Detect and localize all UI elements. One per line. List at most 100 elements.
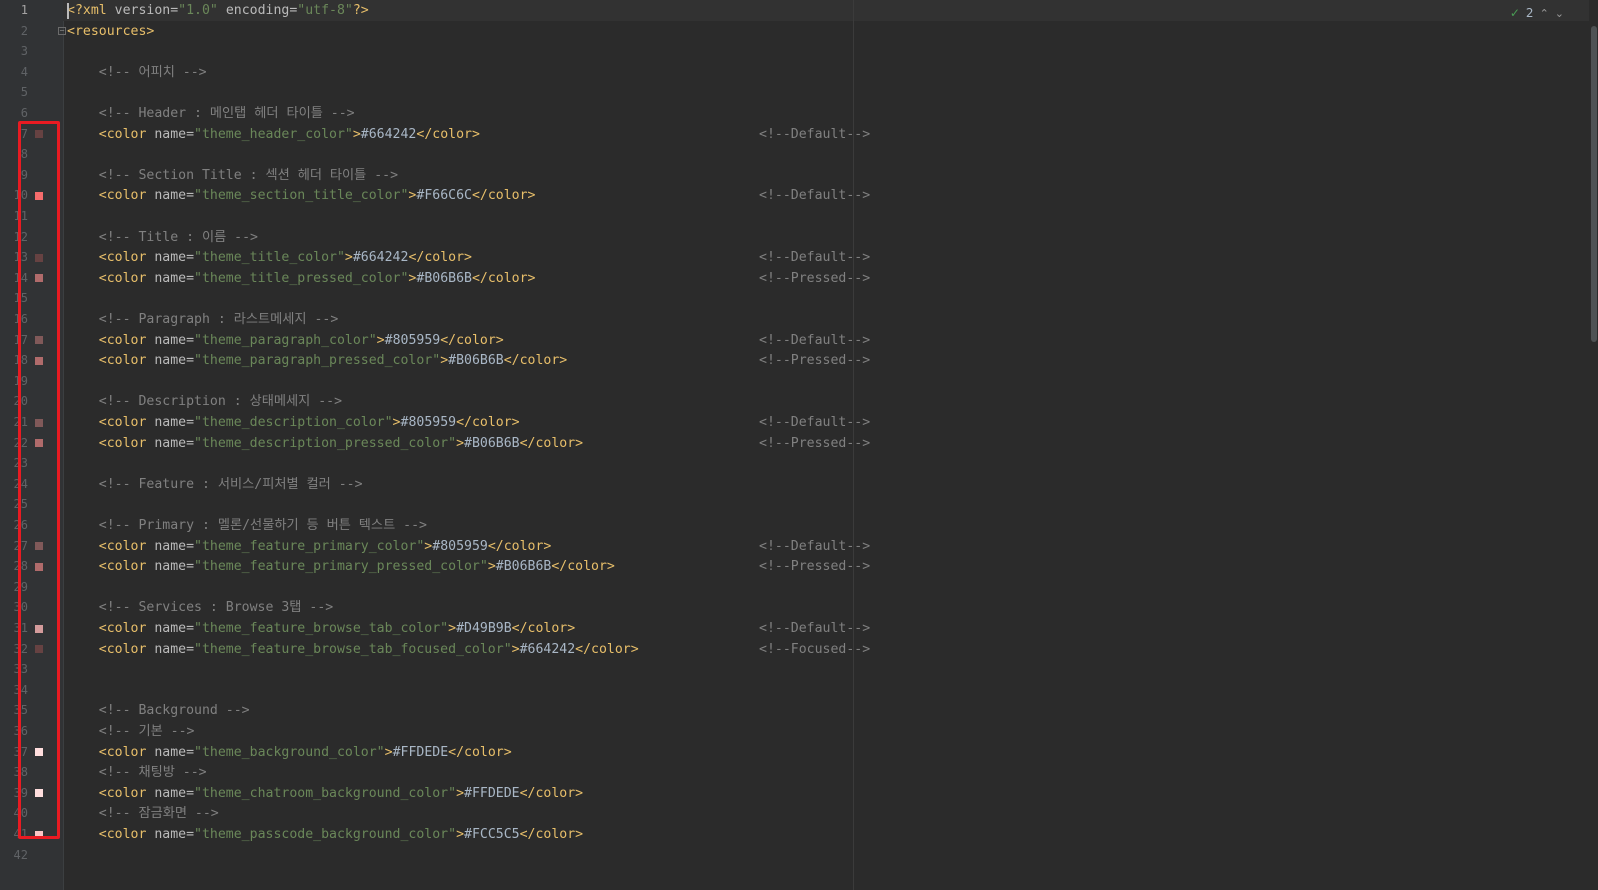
code-token: #FFDEDE bbox=[392, 744, 449, 760]
code-token: <color bbox=[67, 415, 155, 430]
right-margin-guide bbox=[853, 0, 854, 890]
code-token: ?> bbox=[352, 3, 369, 18]
code-line[interactable]: <!-- Services : Browse 3탭 --> bbox=[63, 597, 1598, 618]
code-line[interactable] bbox=[63, 371, 1598, 392]
code-line[interactable]: <color name="theme_feature_browse_tab_fo… bbox=[63, 639, 1598, 660]
code-line[interactable]: <!-- 기본 --> bbox=[63, 721, 1598, 742]
code-line[interactable]: <!-- Title : 이름 --> bbox=[63, 227, 1598, 248]
code-text: <!-- 어피치 --> bbox=[67, 62, 207, 83]
code-line[interactable]: <color name="theme_description_pressed_c… bbox=[63, 433, 1598, 454]
code-token: <color bbox=[67, 641, 155, 657]
code-line[interactable]: <color name="theme_paragraph_pressed_col… bbox=[63, 350, 1598, 371]
code-text: <color name="theme_title_color">#664242<… bbox=[67, 247, 472, 268]
code-text: <color name="theme_feature_browse_tab_fo… bbox=[67, 639, 639, 660]
code-token: <!-- Title : 이름 --> bbox=[67, 229, 258, 245]
code-line[interactable]: <color name="theme_paragraph_color">#805… bbox=[63, 330, 1598, 351]
code-token: "theme_paragraph_color" bbox=[194, 332, 377, 348]
code-line[interactable]: <color name="theme_chatroom_background_c… bbox=[63, 783, 1598, 804]
code-line[interactable] bbox=[63, 453, 1598, 474]
code-token: > bbox=[376, 332, 385, 348]
code-token: <!-- Services : Browse 3탭 --> bbox=[67, 600, 334, 616]
code-token: name= bbox=[154, 435, 195, 451]
code-token: name= bbox=[154, 621, 195, 636]
code-token: name= bbox=[154, 785, 195, 801]
code-token: </color> bbox=[575, 641, 639, 657]
code-token: "theme_feature_primary_color" bbox=[194, 538, 425, 554]
code-token: <!-- 어피치 --> bbox=[67, 64, 207, 80]
code-line[interactable]: <!-- Feature : 서비스/피처별 컬러 --> bbox=[63, 474, 1598, 495]
code-token: name= bbox=[154, 332, 195, 348]
code-token: <color bbox=[67, 250, 155, 266]
code-token: </color> bbox=[511, 621, 576, 636]
code-line[interactable] bbox=[63, 680, 1598, 701]
code-line[interactable]: <color name="theme_passcode_background_c… bbox=[63, 824, 1598, 845]
code-token: <!-- Feature : 서비스/피처별 컬러 --> bbox=[67, 476, 363, 492]
code-token: </color> bbox=[551, 559, 615, 575]
code-line[interactable]: <!-- Background --> bbox=[63, 700, 1598, 721]
code-line[interactable] bbox=[63, 82, 1598, 103]
code-line[interactable]: <!-- Paragraph : 라스트메세지 --> bbox=[63, 309, 1598, 330]
code-line[interactable]: <color name="theme_section_title_color">… bbox=[63, 185, 1598, 206]
code-line[interactable]: <color name="theme_title_pressed_color">… bbox=[63, 268, 1598, 289]
code-token: </color> bbox=[416, 126, 480, 142]
code-line[interactable]: <color name="theme_background_color">#FF… bbox=[63, 742, 1598, 763]
code-token: > bbox=[456, 785, 465, 801]
vertical-scrollbar[interactable] bbox=[1589, 0, 1598, 890]
code-line[interactable]: <!-- Header : 메인탭 헤더 타이틀 --> bbox=[63, 103, 1598, 124]
code-line[interactable]: <color name="theme_header_color">#664242… bbox=[63, 124, 1598, 145]
code-token: "theme_feature_browse_tab_color" bbox=[194, 621, 449, 636]
code-token: "theme_feature_primary_pressed_color" bbox=[194, 559, 488, 575]
scrollbar-thumb[interactable] bbox=[1591, 26, 1597, 342]
code-token: </color> bbox=[519, 435, 584, 451]
code-line[interactable]: <!-- Description : 상태메세지 --> bbox=[63, 391, 1598, 412]
code-editor[interactable]: <?xml version="1.0" encoding="utf-8"?> <r… bbox=[63, 0, 1598, 890]
code-line[interactable] bbox=[63, 144, 1598, 165]
code-line[interactable] bbox=[63, 206, 1598, 227]
code-token: version= bbox=[114, 3, 179, 18]
code-text: <!-- Section Title : 섹션 헤더 타이틀 --> bbox=[67, 165, 398, 186]
code-text: <color name="theme_paragraph_pressed_col… bbox=[67, 350, 568, 371]
code-text: <color name="theme_description_color">#8… bbox=[67, 412, 520, 433]
code-token: > bbox=[392, 415, 401, 430]
code-token: </color> bbox=[456, 415, 520, 430]
code-line[interactable]: <resources> bbox=[63, 21, 1598, 42]
code-text: <color name="theme_section_title_color">… bbox=[67, 185, 536, 206]
code-line[interactable]: <color name="theme_description_color">#8… bbox=[63, 412, 1598, 433]
code-token: "theme_feature_browse_tab_focused_color" bbox=[194, 641, 512, 657]
code-line[interactable] bbox=[63, 845, 1598, 866]
code-line[interactable]: <?xml version="1.0" encoding="utf-8"?> bbox=[63, 0, 1598, 21]
code-token: "utf-8" bbox=[297, 3, 353, 18]
inspection-widget[interactable]: ✓ 2 ⌃ ⌄ bbox=[1510, 5, 1564, 21]
code-token: <!-- 채팅방 --> bbox=[67, 765, 207, 781]
code-line[interactable]: <color name="theme_feature_browse_tab_co… bbox=[63, 618, 1598, 639]
code-line[interactable] bbox=[63, 41, 1598, 62]
code-token: <!-- Primary : 멜론/선물하기 등 버튼 텍스트 --> bbox=[67, 518, 427, 533]
code-line[interactable]: <!-- Section Title : 섹션 헤더 타이틀 --> bbox=[63, 165, 1598, 186]
code-line[interactable] bbox=[63, 577, 1598, 598]
code-line[interactable] bbox=[63, 659, 1598, 680]
code-token: <color bbox=[67, 827, 155, 842]
code-text: <color name="theme_chatroom_background_c… bbox=[67, 783, 583, 804]
code-token: </color> bbox=[519, 827, 584, 842]
code-line[interactable] bbox=[63, 494, 1598, 515]
chevron-down-icon[interactable]: ⌄ bbox=[1555, 7, 1564, 20]
chevron-up-icon[interactable]: ⌃ bbox=[1540, 7, 1549, 20]
code-line[interactable]: <!-- 잠금화면 --> bbox=[63, 803, 1598, 824]
code-line[interactable]: <color name="theme_feature_primary_color… bbox=[63, 536, 1598, 557]
code-line[interactable]: <!-- 어피치 --> bbox=[63, 62, 1598, 83]
code-token: "theme_section_title_color" bbox=[194, 188, 409, 204]
code-line[interactable]: <color name="theme_feature_primary_press… bbox=[63, 556, 1598, 577]
code-token: <!-- 기본 --> bbox=[67, 724, 195, 739]
code-line[interactable] bbox=[63, 288, 1598, 309]
code-line[interactable]: <!-- Primary : 멜론/선물하기 등 버튼 텍스트 --> bbox=[63, 515, 1598, 536]
code-line[interactable]: <color name="theme_title_color">#664242<… bbox=[63, 247, 1598, 268]
line-number: 5 bbox=[20, 85, 28, 100]
code-token: #FCC5C5 bbox=[464, 827, 520, 842]
code-token: > bbox=[352, 126, 361, 142]
code-token: </color> bbox=[471, 188, 536, 204]
code-line[interactable]: <!-- 채팅방 --> bbox=[63, 762, 1598, 783]
code-text: <color name="theme_feature_browse_tab_co… bbox=[67, 618, 575, 639]
code-token: </color> bbox=[440, 332, 504, 348]
code-text: <color name="theme_title_pressed_color">… bbox=[67, 268, 536, 289]
code-token: name= bbox=[154, 538, 195, 554]
